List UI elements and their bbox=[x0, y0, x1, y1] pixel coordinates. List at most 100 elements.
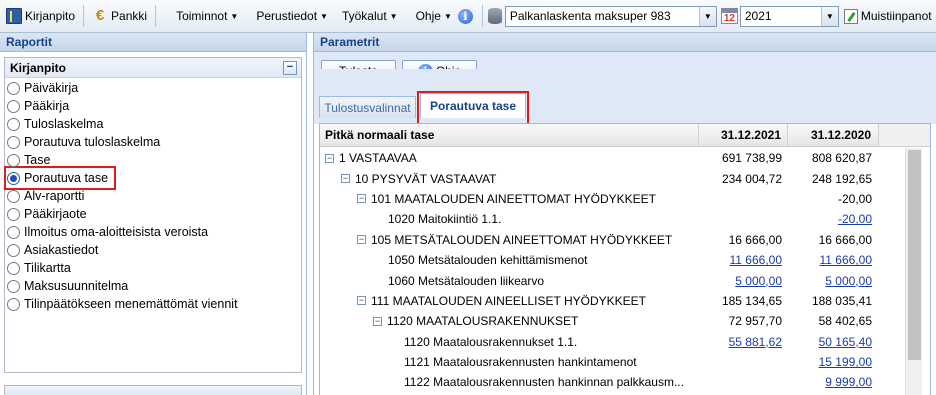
report-option-selected[interactable]: Porautuva tase bbox=[4, 166, 238, 190]
company-value: Palkanlaskenta maksuper 983 bbox=[509, 9, 671, 23]
drilldown-link[interactable]: 5 000,00 bbox=[735, 274, 782, 288]
row-label: 1020 Maitokiintiö 1.1. bbox=[388, 212, 502, 227]
report-option[interactable]: Porautuva tuloslaskelma bbox=[7, 133, 238, 151]
year-select[interactable]: 2021 ▼ bbox=[739, 5, 839, 27]
tab-tulostusvalinnat[interactable]: Tulostusvalinnat bbox=[319, 96, 416, 118]
toiminnot-menu[interactable]: Toiminnot ▼ bbox=[172, 4, 242, 28]
radio-selected-icon[interactable] bbox=[7, 171, 20, 185]
table-row[interactable]: −10 PYSYVÄT VASTAAVAT 234 004,72 248 192,6… bbox=[320, 168, 905, 188]
drilldown-link[interactable]: 55 881,62 bbox=[729, 335, 782, 349]
kirjanpito-button[interactable]: Kirjanpito bbox=[2, 4, 79, 28]
tree-collapse-icon[interactable]: − bbox=[325, 153, 334, 163]
kirjanpito-group-header: Kirjanpito − bbox=[5, 58, 301, 78]
report-option-label: Ilmoitus oma-aloitteisista veroista bbox=[24, 225, 209, 239]
report-option-label: Maksusuunnitelma bbox=[24, 279, 129, 293]
value-text: 16 666,00 bbox=[818, 232, 872, 247]
report-option[interactable]: Tuloslaskelma bbox=[7, 115, 238, 133]
value-2021-cell: 185 134,65 bbox=[699, 294, 788, 308]
value-2020-cell: 188 035,41 bbox=[788, 294, 879, 308]
value-2020-cell: -20,00 bbox=[788, 192, 879, 206]
radio-icon[interactable] bbox=[7, 189, 20, 203]
row-label-cell: −111 MAATALOUDEN AINEELLISET HYÖDYKKEET bbox=[320, 294, 699, 308]
radio-icon[interactable] bbox=[7, 117, 20, 131]
report-option[interactable]: Asiakastiedot bbox=[7, 241, 238, 259]
chevron-down-icon[interactable]: ▼ bbox=[698, 6, 716, 26]
table-row[interactable]: 1122 Maatalousrakennusten hankinnan palk… bbox=[320, 372, 905, 392]
radio-icon[interactable] bbox=[7, 225, 20, 239]
table-row[interactable]: −1120 MAATALOUSRAKENNUKSET 72 957,70 58 40… bbox=[320, 311, 905, 331]
radio-icon[interactable] bbox=[7, 279, 20, 293]
caret-down-icon: ▼ bbox=[443, 11, 452, 21]
table-row[interactable]: 1050 Metsätalouden kehittämismenot 11 666… bbox=[320, 250, 905, 270]
table-row[interactable]: −111 MAATALOUDEN AINEELLISET HYÖDYKKEET 1… bbox=[320, 291, 905, 311]
radio-icon[interactable] bbox=[7, 243, 20, 257]
value-text: 808 620,87 bbox=[811, 151, 872, 166]
info-button[interactable]: i bbox=[456, 4, 478, 28]
drilldown-link[interactable]: 5 000,00 bbox=[825, 274, 872, 288]
balance-grid: Pitkä normaali tase 31.12.2021 31.12.202… bbox=[319, 123, 931, 395]
report-option[interactable]: Alv-raportti bbox=[7, 187, 238, 205]
ohje-menu[interactable]: Ohje ▼ bbox=[412, 4, 456, 28]
row-label-cell: 1120 Maatalousrakennukset 1.1. bbox=[320, 335, 699, 349]
report-option[interactable]: Pääkirja bbox=[7, 97, 238, 115]
value-2021-cell: 234 004,72 bbox=[699, 172, 788, 186]
table-row[interactable]: −105 METSÄTALOUDEN AINEETTOMAT HYÖDYKKEE… bbox=[320, 230, 905, 250]
muistiinpanot-button[interactable]: Muistiinpanot bbox=[839, 4, 936, 28]
radio-icon[interactable] bbox=[7, 207, 20, 221]
drilldown-link[interactable]: 50 165,40 bbox=[819, 335, 872, 349]
radio-icon[interactable] bbox=[7, 297, 20, 311]
radio-icon[interactable] bbox=[7, 99, 20, 113]
collapsed-group-header[interactable] bbox=[4, 385, 302, 395]
chevron-down-icon[interactable]: ▼ bbox=[820, 6, 838, 26]
perustiedot-menu[interactable]: Perustiedot ▼ bbox=[252, 4, 332, 28]
table-row[interactable]: −101 MAATALOUDEN AINEETTOMAT HYÖDYKKEET -… bbox=[320, 189, 905, 209]
report-option[interactable]: Tilinpäätökseen menemättömät viennit bbox=[7, 295, 238, 313]
tree-collapse-icon[interactable]: − bbox=[357, 235, 366, 245]
value-2020-cell: 16 666,00 bbox=[788, 233, 879, 247]
table-row[interactable]: 1121 Maatalousrakennusten hankintamenot 1… bbox=[320, 352, 905, 372]
report-option-label: Pääkirja bbox=[24, 99, 70, 113]
value-2021-cell: 55 881,62 bbox=[699, 335, 788, 349]
tyokalut-label: Työkalut bbox=[341, 9, 387, 23]
report-option[interactable]: Ilmoitus oma-aloitteisista veroista bbox=[7, 223, 238, 241]
table-row[interactable]: 1060 Metsätalouden liikearvo 5 000,00 5 00… bbox=[320, 270, 905, 290]
row-label: 101 MAATALOUDEN AINEETTOMAT HYÖDYKKEET bbox=[371, 191, 656, 206]
drilldown-link[interactable]: 11 666,00 bbox=[820, 253, 873, 267]
radio-icon[interactable] bbox=[7, 153, 20, 167]
tree-collapse-icon[interactable]: − bbox=[373, 316, 382, 326]
report-option-label: Alv-raportti bbox=[24, 189, 85, 203]
table-row[interactable]: −1 VASTAAVAA 691 738,99 808 620,87 bbox=[320, 148, 905, 168]
radio-icon[interactable] bbox=[7, 261, 20, 275]
drilldown-link[interactable]: 11 666,00 bbox=[730, 253, 783, 267]
radio-icon[interactable] bbox=[7, 135, 20, 149]
table-row[interactable]: 1020 Maitokiintiö 1.1. -20,00 bbox=[320, 209, 905, 229]
column-header-2021[interactable]: 31.12.2021 bbox=[699, 124, 788, 146]
drilldown-link[interactable]: -20,00 bbox=[838, 212, 872, 226]
tab-label: Tulostusvalinnat bbox=[324, 100, 411, 115]
euro-icon: € bbox=[95, 7, 105, 24]
tree-collapse-icon[interactable]: − bbox=[357, 296, 366, 306]
tree-collapse-icon[interactable]: − bbox=[341, 174, 350, 184]
report-option[interactable]: Tilikartta bbox=[7, 259, 238, 277]
value-2020-cell: 58 402,65 bbox=[788, 314, 879, 328]
drilldown-link[interactable]: 15 199,00 bbox=[819, 355, 872, 369]
row-label-cell: 1121 Maatalousrakennusten hankintamenot bbox=[320, 355, 699, 369]
radio-icon[interactable] bbox=[7, 81, 20, 95]
scrollbar-thumb[interactable] bbox=[908, 150, 921, 360]
tyokalut-menu[interactable]: Työkalut ▼ bbox=[338, 4, 402, 28]
parameters-panel-header: Parametrit bbox=[314, 33, 936, 52]
column-header-name[interactable]: Pitkä normaali tase bbox=[320, 124, 699, 146]
column-header-2020[interactable]: 31.12.2020 bbox=[788, 124, 879, 146]
drilldown-link[interactable]: 9 999,00 bbox=[825, 375, 872, 389]
notes-icon bbox=[843, 8, 858, 24]
report-option[interactable]: Päiväkirja bbox=[7, 79, 238, 97]
collapse-icon[interactable]: − bbox=[283, 61, 297, 75]
report-option[interactable]: Maksusuunnitelma bbox=[7, 277, 238, 295]
tree-collapse-icon[interactable]: − bbox=[357, 194, 366, 204]
vertical-scrollbar[interactable] bbox=[905, 148, 922, 395]
report-option[interactable]: Pääkirjaote bbox=[7, 205, 238, 223]
company-select[interactable]: Palkanlaskenta maksuper 983 ▼ bbox=[504, 5, 717, 27]
row-label: 1122 Maatalousrakennusten hankinnan palk… bbox=[404, 375, 684, 390]
pankki-button[interactable]: € Pankki bbox=[88, 4, 151, 28]
table-row[interactable]: 1120 Maatalousrakennukset 1.1. 55 881,62 5… bbox=[320, 332, 905, 352]
